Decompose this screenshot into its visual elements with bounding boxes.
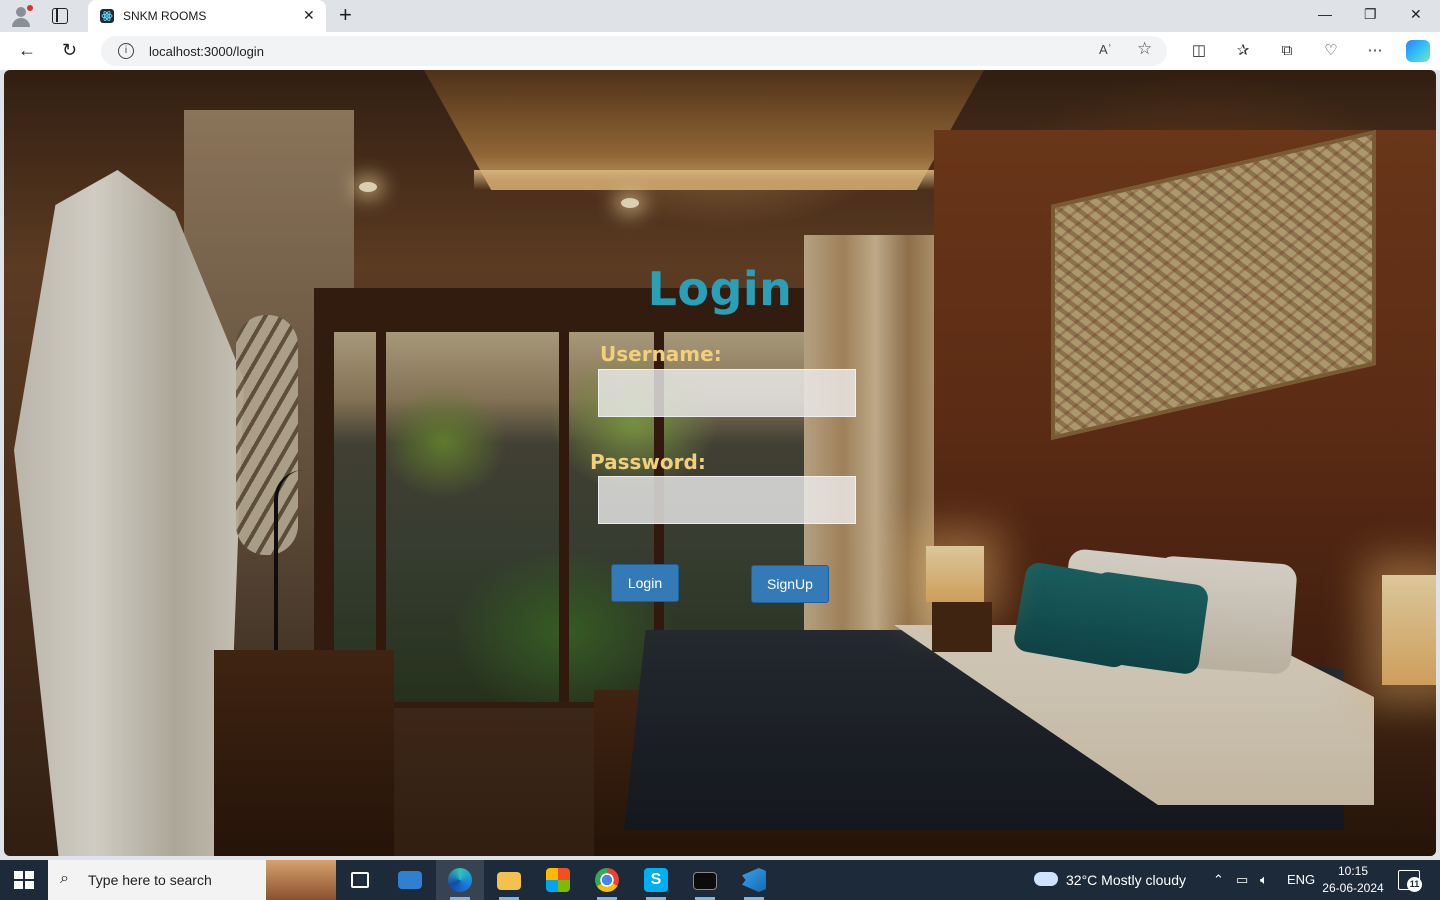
username-label: Username: — [600, 342, 722, 366]
password-label: Password: — [590, 450, 706, 474]
url-text[interactable]: localhost:3000/login — [149, 44, 264, 59]
tab-close-icon[interactable]: ✕ — [303, 7, 315, 23]
volume-icon[interactable]: 🔈︎ — [1260, 872, 1268, 888]
mail-icon[interactable] — [386, 860, 434, 900]
react-favicon-icon — [100, 9, 114, 23]
favorites-icon[interactable]: ✰ — [1233, 41, 1253, 61]
browser-tab-strip: SNKM ROOMS ✕ + — ❐ ✕ — [0, 0, 1440, 32]
collections-icon[interactable]: ⧉ — [1277, 41, 1297, 61]
browser-essentials-icon[interactable]: ♡ — [1321, 41, 1341, 61]
favorite-star-icon[interactable]: ☆ — [1137, 39, 1152, 59]
taskbar-clock[interactable]: 10:15 26-06-2024 — [1322, 863, 1384, 897]
signup-button[interactable]: SignUp — [751, 565, 829, 603]
edge-icon[interactable] — [436, 860, 484, 900]
cloud-weather-icon — [1034, 872, 1058, 886]
notification-count-badge: 11 — [1407, 877, 1422, 892]
notification-center-icon[interactable]: 11 — [1398, 870, 1422, 892]
chrome-icon[interactable] — [583, 860, 631, 900]
restore-button[interactable]: ❐ — [1364, 6, 1377, 23]
more-menu-icon[interactable]: ⋯ — [1365, 41, 1385, 61]
minimize-button[interactable]: — — [1318, 6, 1332, 22]
search-placeholder: Type here to search — [88, 872, 212, 888]
taskbar-search-box[interactable]: ⌕ Type here to search — [48, 860, 336, 900]
copilot-icon[interactable] — [1406, 40, 1430, 62]
tab-title: SNKM ROOMS — [123, 9, 207, 23]
windows-start-icon[interactable] — [14, 871, 34, 889]
new-tab-button[interactable]: + — [339, 3, 352, 27]
username-input[interactable] — [598, 369, 856, 417]
clock-date: 26-06-2024 — [1322, 881, 1384, 895]
skype-icon[interactable]: S — [632, 860, 680, 900]
microsoft-store-icon[interactable] — [534, 860, 582, 900]
refresh-icon[interactable]: ↻ — [62, 40, 77, 60]
chevron-up-icon[interactable]: ⌃ — [1213, 872, 1224, 888]
login-button[interactable]: Login — [611, 564, 679, 602]
vscode-icon[interactable] — [730, 860, 778, 900]
network-icon[interactable]: ▭ — [1236, 872, 1248, 888]
weather-text: 32°C Mostly cloudy — [1066, 872, 1186, 888]
address-bar[interactable]: i localhost:3000/login Aʾ ☆ — [101, 36, 1167, 66]
task-view-icon[interactable] — [336, 860, 384, 900]
file-explorer-icon[interactable] — [485, 860, 533, 900]
search-highlight-image — [266, 860, 336, 900]
terminal-icon[interactable] — [681, 860, 729, 900]
login-page: Login Username: Password: Login SignUp — [4, 70, 1436, 856]
windows-taskbar: ⌕ Type here to search S 32°C Mostly clou… — [0, 860, 1440, 900]
browser-tab-active[interactable]: SNKM ROOMS ✕ — [88, 0, 326, 32]
search-icon: ⌕ — [60, 870, 69, 887]
site-info-icon[interactable]: i — [118, 43, 134, 59]
window-close-button[interactable]: ✕ — [1410, 6, 1422, 23]
read-aloud-icon[interactable]: Aʾ — [1099, 42, 1112, 57]
tab-actions-icon[interactable] — [52, 8, 68, 24]
clock-time: 10:15 — [1337, 864, 1369, 878]
password-input[interactable] — [598, 476, 856, 524]
browser-toolbar: ← ↻ i localhost:3000/login Aʾ ☆ ◫ ✰ ⧉ ♡ … — [0, 32, 1440, 70]
back-arrow-icon[interactable]: ← — [18, 40, 36, 60]
profile-avatar-icon[interactable] — [10, 5, 33, 27]
login-heading: Login — [647, 262, 793, 316]
language-indicator[interactable]: ENG — [1287, 872, 1315, 887]
split-screen-icon[interactable]: ◫ — [1189, 41, 1209, 61]
